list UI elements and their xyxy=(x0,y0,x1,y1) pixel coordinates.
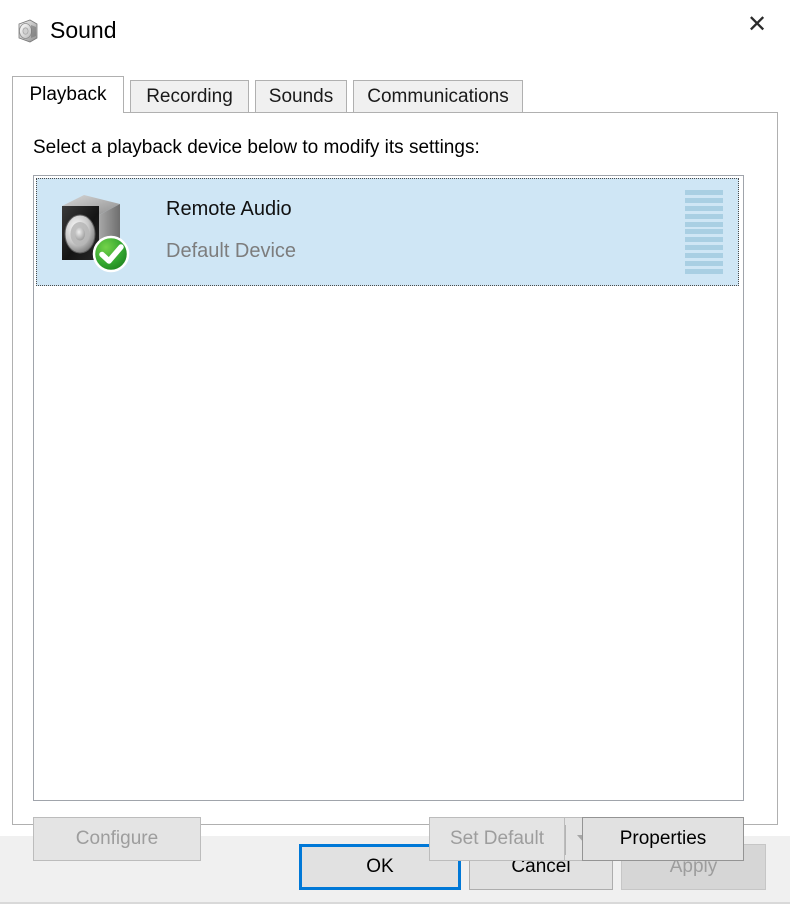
meter-segment xyxy=(685,268,723,274)
list-item[interactable]: Remote Audio Default Device xyxy=(36,178,739,286)
device-action-buttons: Configure Set Default Properties xyxy=(33,817,744,861)
tab-communications[interactable]: Communications xyxy=(353,80,523,112)
sound-dialog: Sound ✕ Playback Recording Sounds Commun… xyxy=(0,0,790,904)
meter-segment xyxy=(685,197,723,203)
window-title: Sound xyxy=(50,17,117,43)
meter-segment xyxy=(685,229,723,235)
meter-segment xyxy=(685,221,723,227)
meter-segment xyxy=(685,190,723,195)
close-button[interactable]: ✕ xyxy=(724,0,790,48)
meter-segment xyxy=(685,245,723,251)
instruction-text: Select a playback device below to modify… xyxy=(33,137,480,158)
meter-segment xyxy=(685,253,723,259)
tab-playback[interactable]: Playback xyxy=(12,76,124,113)
meter-segment xyxy=(685,261,723,267)
meter-segment xyxy=(685,213,723,219)
properties-button-label: Properties xyxy=(619,828,707,849)
tab-playback-label: Playback xyxy=(29,84,107,105)
tab-sounds-label: Sounds xyxy=(268,85,334,107)
meter-segment xyxy=(685,237,723,243)
playback-tab-panel: Select a playback device below to modify… xyxy=(12,112,778,861)
configure-button-label: Configure xyxy=(75,828,159,849)
tab-communications-label: Communications xyxy=(367,85,509,107)
title-bar: Sound ✕ xyxy=(0,0,790,62)
configure-button[interactable]: Configure xyxy=(33,817,201,861)
tab-recording[interactable]: Recording xyxy=(130,80,249,112)
properties-button[interactable]: Properties xyxy=(582,817,744,861)
device-name: Remote Audio xyxy=(166,198,292,220)
tab-strip: Playback Recording Sounds Communications xyxy=(12,76,778,113)
close-icon: ✕ xyxy=(746,10,768,38)
set-default-button[interactable]: Set Default xyxy=(429,817,564,861)
playback-device-list[interactable]: Remote Audio Default Device xyxy=(33,175,744,801)
speaker-device-icon xyxy=(54,190,138,274)
device-status: Default Device xyxy=(166,240,297,262)
tab-sounds[interactable]: Sounds xyxy=(255,80,347,112)
set-default-split-button[interactable]: Set Default xyxy=(429,817,606,861)
meter-segment xyxy=(685,205,723,211)
set-default-button-label: Set Default xyxy=(450,828,544,849)
volume-meter xyxy=(685,190,723,274)
tab-recording-label: Recording xyxy=(146,85,233,107)
speaker-icon xyxy=(12,16,42,46)
